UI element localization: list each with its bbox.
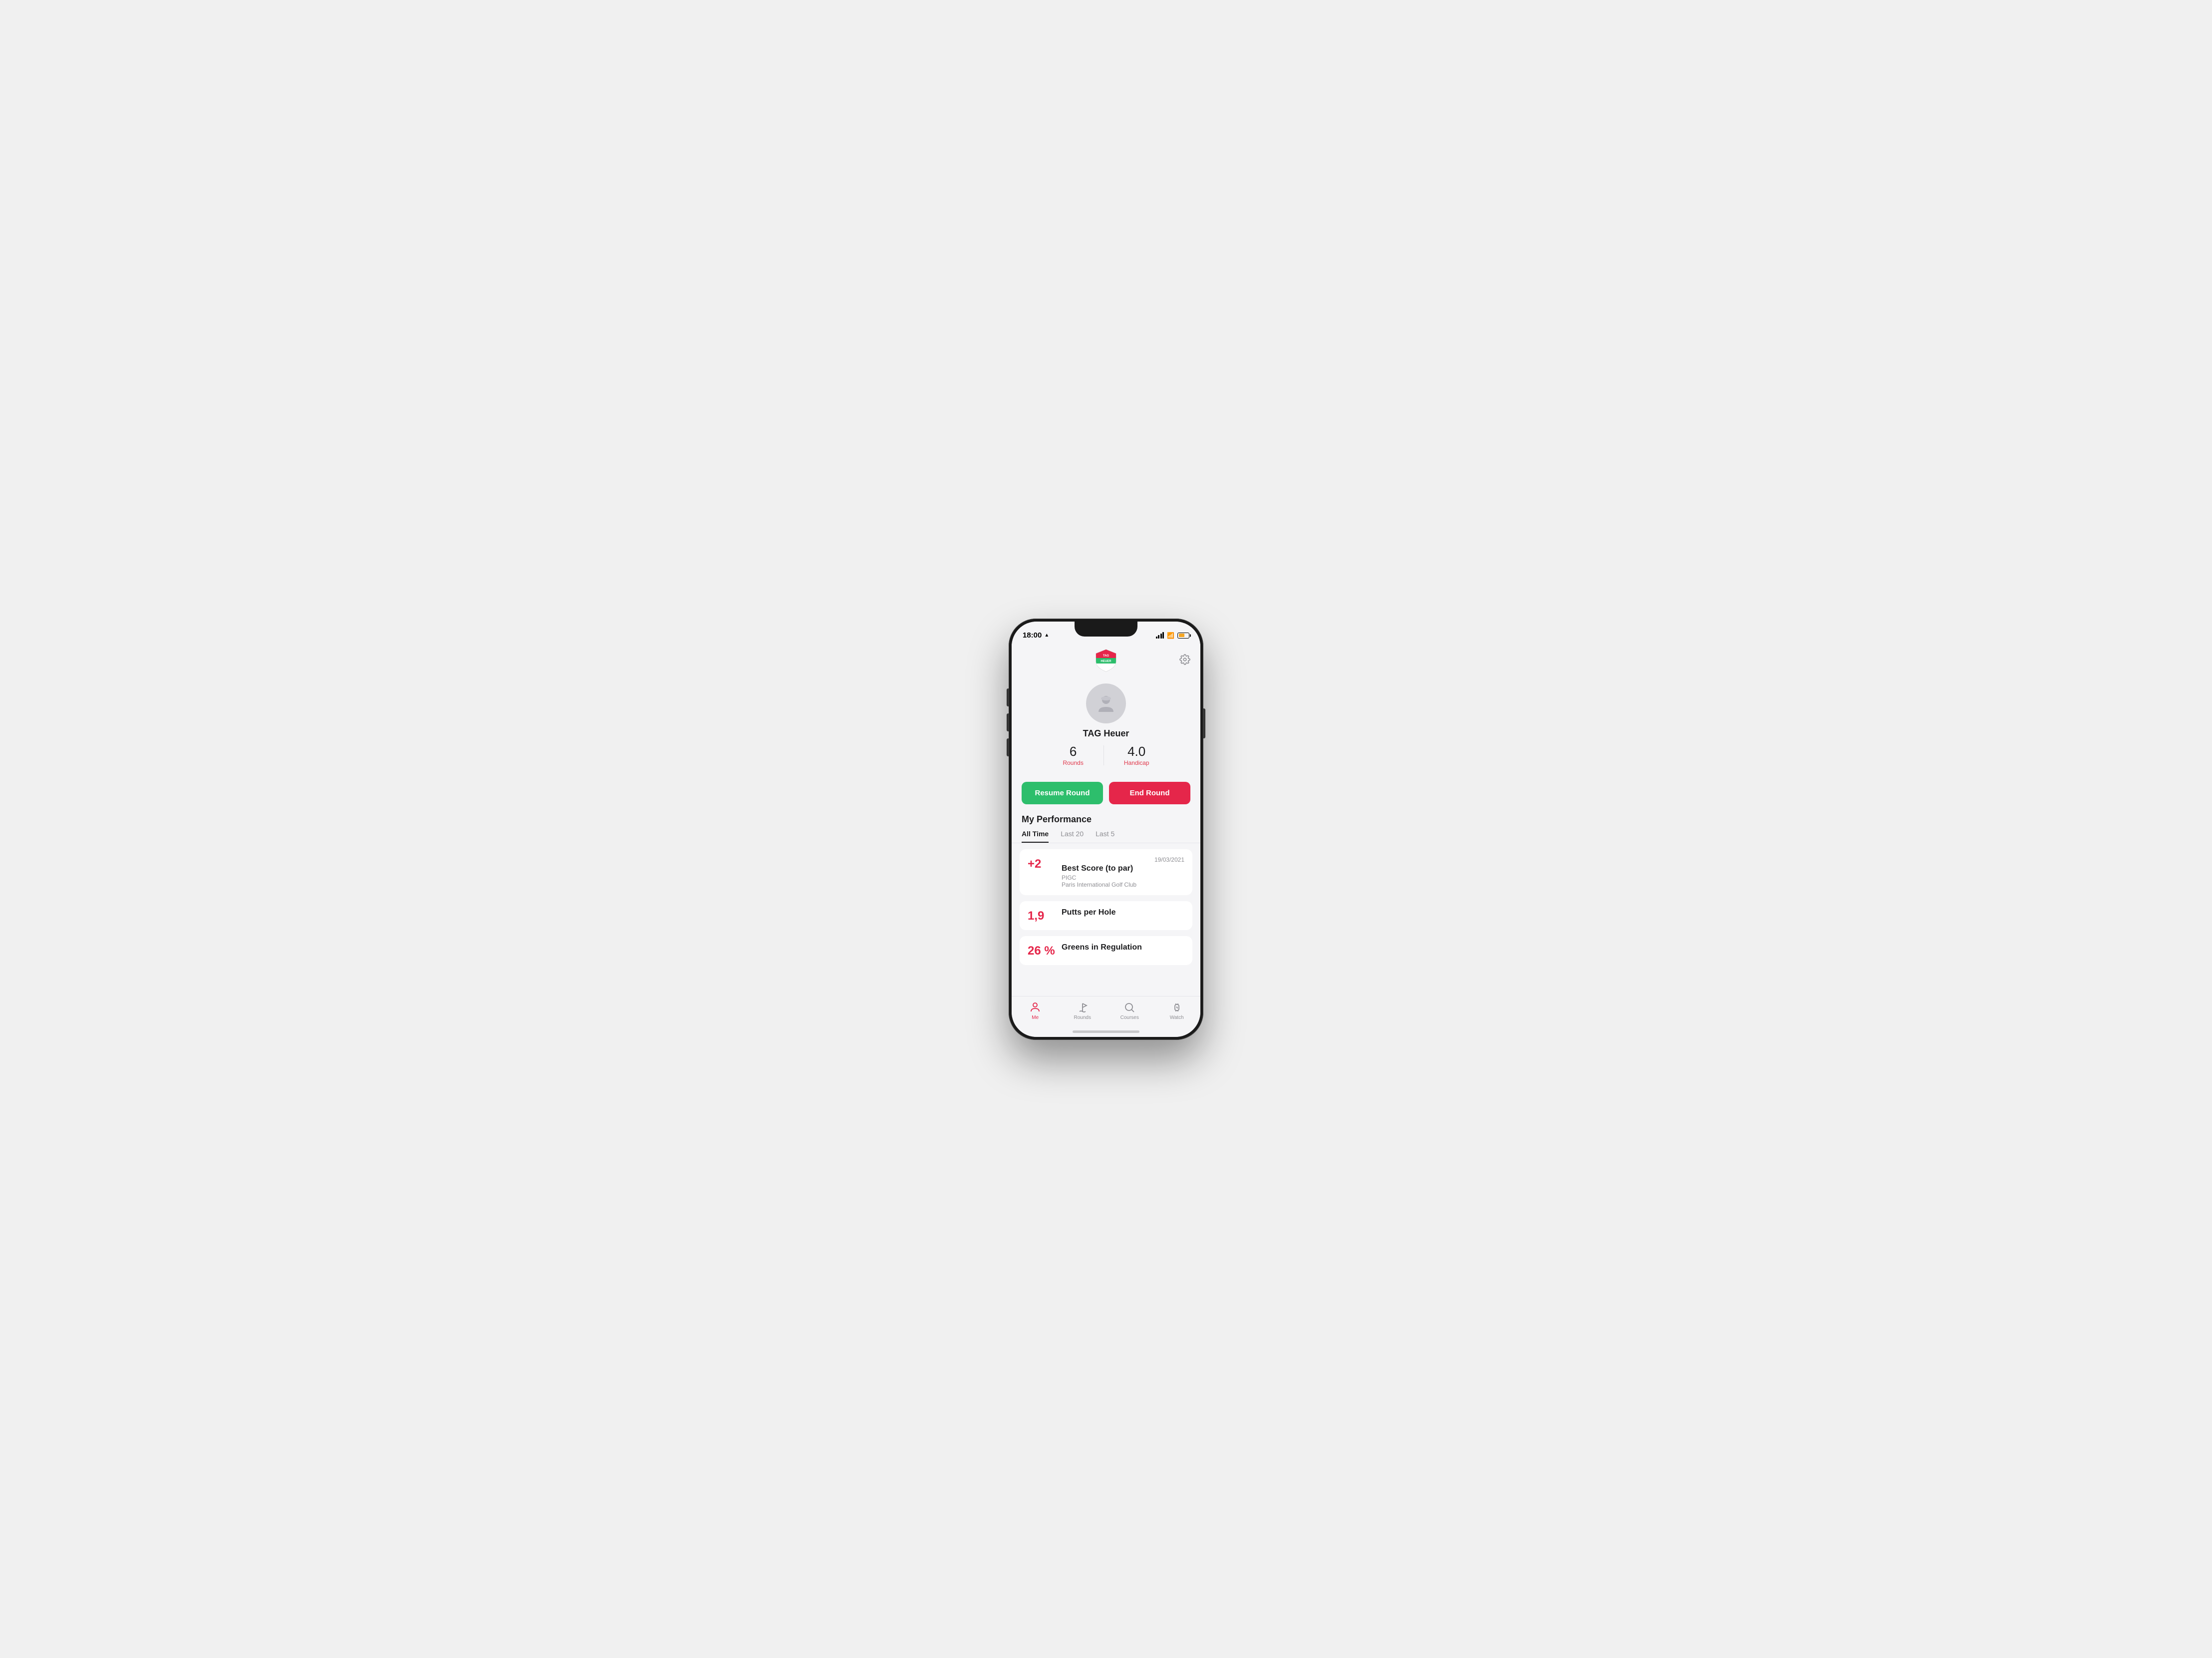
status-time: 18:00 ▲ [1023,631,1049,640]
nav-item-watch[interactable]: Watch [1153,1001,1201,1020]
handicap-stat: 4.0 Handicap [1124,745,1149,766]
app-header: TAG HEUER [1012,644,1200,678]
rounds-stat: 6 Rounds [1063,745,1083,766]
signal-icon [1156,632,1164,639]
performance-tabs: All Time Last 20 Last 5 [1012,830,1200,843]
best-score-title: Best Score (to par) [1062,864,1184,873]
best-score-date: 19/03/2021 [1062,856,1184,863]
app-content: TAG HEUER [1012,644,1200,996]
notch [1075,622,1137,637]
greens-info: Greens in Regulation [1062,943,1184,953]
profile-section: TAG Heuer 6 Rounds 4.0 Handicap [1012,678,1200,782]
rounds-label: Rounds [1063,759,1083,766]
location-icon: ▲ [1044,633,1049,638]
phone-screen: 18:00 ▲ 📶 [1012,622,1200,1037]
nav-item-courses[interactable]: Courses [1106,1001,1153,1020]
putts-value: 1,9 [1028,908,1058,923]
action-buttons: Resume Round End Round [1012,782,1200,804]
tab-last-20[interactable]: Last 20 [1061,830,1084,843]
watch-icon [1171,1001,1183,1013]
svg-text:HEUER: HEUER [1101,660,1111,663]
handicap-value: 4.0 [1124,745,1149,758]
handicap-label: Handicap [1124,759,1149,766]
courses-icon [1123,1001,1135,1013]
phone-frame: 18:00 ▲ 📶 [1009,619,1203,1040]
best-score-detail: Paris International Golf Club [1062,881,1184,888]
best-score-info: 19/03/2021 Best Score (to par) PIGC Pari… [1062,856,1184,888]
tag-heuer-logo: TAG HEUER [1093,648,1119,673]
rounds-icon [1077,1001,1089,1013]
best-score-subtitle: PIGC [1062,874,1184,881]
stats-row: 6 Rounds 4.0 Handicap [1063,745,1149,766]
profile-name: TAG Heuer [1083,728,1129,739]
nav-label-watch: Watch [1170,1015,1184,1020]
status-bar: 18:00 ▲ 📶 [1012,622,1200,644]
greens-title: Greens in Regulation [1062,943,1184,952]
nav-label-me: Me [1032,1015,1039,1020]
status-icons: 📶 [1156,632,1189,639]
tab-all-time[interactable]: All Time [1022,830,1049,843]
best-score-value: +2 [1028,856,1058,871]
end-round-button[interactable]: End Round [1109,782,1190,804]
nav-item-rounds[interactable]: Rounds [1059,1001,1106,1020]
greens-value: 26 % [1028,943,1058,958]
putts-title: Putts per Hole [1062,908,1184,917]
putts-info: Putts per Hole [1062,908,1184,918]
greens-regulation-card[interactable]: 26 % Greens in Regulation [1020,936,1192,965]
rounds-value: 6 [1063,745,1083,758]
svg-text:TAG: TAG [1103,655,1109,658]
best-score-card[interactable]: +2 19/03/2021 Best Score (to par) PIGC P… [1020,849,1192,895]
performance-section: My Performance All Time Last 20 Last 5 +… [1012,806,1200,996]
resume-round-button[interactable]: Resume Round [1022,782,1103,804]
wifi-icon: 📶 [1167,632,1174,639]
nav-label-courses: Courses [1120,1015,1139,1020]
putts-per-hole-card[interactable]: 1,9 Putts per Hole [1020,901,1192,930]
battery-icon [1177,633,1189,639]
home-indicator [1073,1030,1139,1033]
nav-label-rounds: Rounds [1074,1015,1091,1020]
nav-item-me[interactable]: Me [1012,1001,1059,1020]
settings-icon[interactable] [1179,654,1190,668]
tab-last-5[interactable]: Last 5 [1096,830,1114,843]
avatar [1086,683,1126,723]
section-title: My Performance [1012,814,1200,825]
me-icon [1029,1001,1041,1013]
